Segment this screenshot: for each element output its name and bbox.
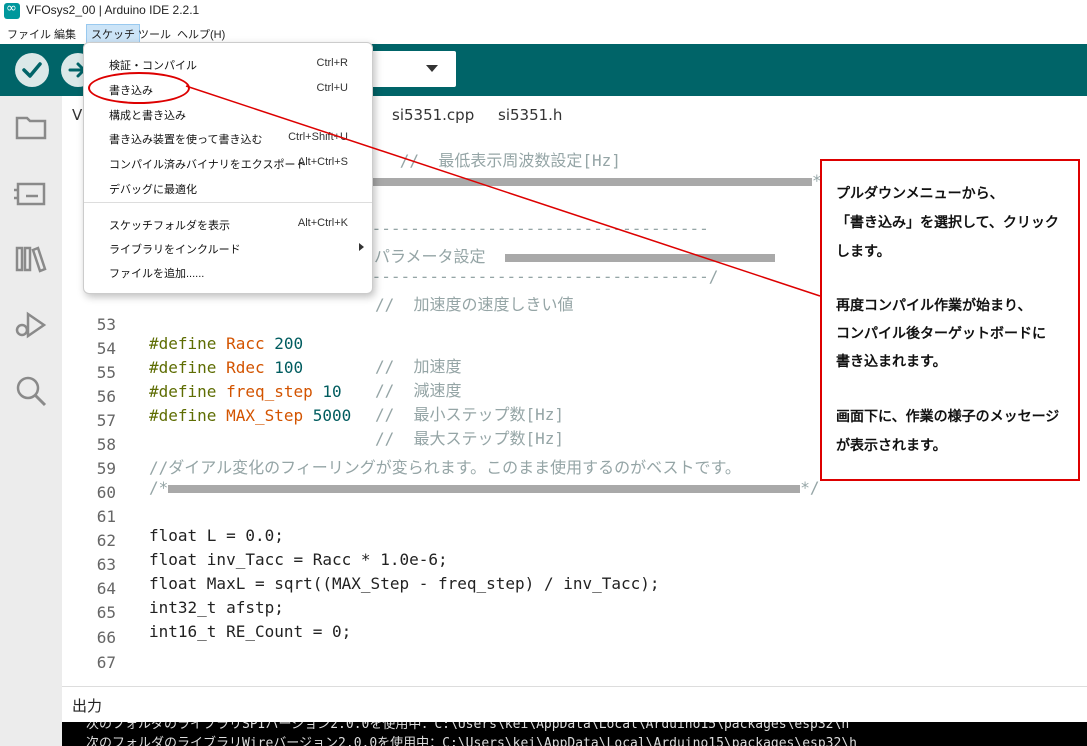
callout-text: 「書き込み」を選択して、クリック — [836, 215, 1059, 231]
callout-text: します。 — [836, 244, 891, 260]
callout-text: 書き込まれます。 — [836, 354, 947, 370]
output-console[interactable]: 次のフォルダのライブラリSPIバージョン2.0.0を使用中：C:\Users\k… — [62, 722, 1087, 746]
menu-help[interactable]: ヘルプ(H) — [173, 25, 229, 43]
code-line: 67 — [62, 634, 1087, 672]
annotation-callout: プルダウンメニューから、 「書き込み」を選択して、クリック します。 再度コンパ… — [820, 159, 1080, 481]
menu-item-shortcut: Ctrl+Shift+U — [288, 131, 348, 143]
tab-si5351-cpp[interactable]: si5351.cpp — [392, 106, 474, 124]
title-bar: VFOsys2_00 | Arduino IDE 2.2.1 — [0, 0, 1087, 22]
checkmark-icon — [22, 62, 42, 78]
code-line: 63 float MaxL = sqrt((MAX_Step - freq_st… — [62, 536, 1087, 593]
menu-item-configure-upload[interactable]: 構成と書き込み — [84, 103, 372, 125]
menu-edit[interactable]: 編集 — [50, 25, 80, 43]
tab-si5351-h[interactable]: si5351.h — [498, 106, 562, 124]
menu-item-label: ファイルを追加...... — [109, 268, 205, 280]
menu-item-label: コンパイル済みバイナリをエクスポート — [109, 159, 307, 171]
code-line: 62 float inv_Tacc = Racc * 1.0e-6; — [62, 512, 1087, 569]
callout-text: コンパイル後ターゲットボードに — [836, 326, 1046, 342]
output-line: 次のフォルダのライブラリWireバージョン2.0.0を使用中：C:\Users\… — [86, 736, 857, 746]
menu-item-shortcut: Alt+Ctrl+S — [297, 156, 348, 168]
tab-main[interactable]: V — [72, 106, 82, 124]
menu-item-optimize-debug[interactable]: デバッグに最適化 — [84, 177, 372, 199]
arduino-app-icon — [4, 1, 20, 19]
menu-item-export-binary[interactable]: コンパイル済みバイナリをエクスポート Alt+Ctrl+S — [84, 152, 372, 174]
callout-text: 再度コンパイル作業が始まり、 — [836, 298, 1032, 314]
chevron-down-icon — [426, 65, 438, 72]
code-line: 65 int16_t RE_Count = 0; — [62, 584, 1087, 641]
board-selector[interactable] — [362, 51, 456, 87]
comment-rule — [362, 177, 812, 186]
menu-item-include-library[interactable]: ライブラリをインクルード — [84, 237, 372, 259]
callout-text: が表示されます。 — [836, 438, 947, 454]
window-title: VFOsys2_00 | Arduino IDE 2.2.1 — [26, 3, 200, 17]
menu-item-shortcut: Alt+Ctrl+K — [297, 217, 348, 229]
menu-item-add-file[interactable]: ファイルを追加...... — [84, 261, 372, 283]
menu-item-label: デバッグに最適化 — [109, 184, 197, 196]
menu-file[interactable]: ファイル — [3, 25, 55, 43]
callout-text: プルダウンメニューから、 — [836, 186, 1004, 202]
code-line: 66 — [62, 609, 1087, 647]
menu-sketch[interactable]: スケッチ — [86, 24, 140, 44]
code-line: 64 int32_t afstp; — [62, 560, 1087, 617]
menu-bar: ファイル 編集 スケッチ ツール ヘルプ(H) — [0, 22, 1087, 44]
verify-button[interactable] — [15, 53, 49, 87]
menu-item-label: スケッチフォルダを表示 — [109, 220, 230, 232]
output-title: 出力 — [72, 698, 103, 715]
search-icon[interactable] — [14, 374, 48, 408]
library-manager-icon[interactable] — [14, 242, 48, 276]
output-line: 次のフォルダのライブラリSPIバージョン2.0.0を使用中：C:\Users\k… — [86, 722, 850, 732]
menu-item-shortcut: Ctrl+R — [316, 57, 348, 69]
menu-item-upload-programmer[interactable]: 書き込み装置を使って書き込む Ctrl+Shift+U — [84, 127, 372, 149]
highlight-ellipse — [88, 72, 190, 104]
output-panel-header: 出力 — [62, 686, 1087, 723]
menu-item-label: ライブラリをインクルード — [109, 244, 241, 256]
debug-icon[interactable] — [14, 308, 48, 342]
menu-tools[interactable]: ツール — [134, 25, 175, 43]
code-line: 61 float L = 0.0; — [62, 488, 1087, 545]
menu-item-label: 構成と書き込み — [109, 110, 186, 122]
menu-item-show-folder[interactable]: スケッチフォルダを表示 Alt+Ctrl+K — [84, 213, 372, 235]
sketchbook-folder-icon[interactable] — [14, 110, 48, 144]
menu-item-shortcut: Ctrl+U — [316, 82, 348, 94]
menu-item-label: 書き込み装置を使って書き込む — [109, 134, 263, 146]
code-line: 68 /*-----------------------------------… — [62, 664, 1087, 686]
callout-text: 画面下に、作業の様子のメッセージ — [836, 409, 1060, 425]
sidebar — [0, 96, 62, 746]
boards-manager-icon[interactable] — [14, 176, 48, 210]
chevron-right-icon — [359, 243, 364, 251]
menu-item-label: 検証・コンパイル — [109, 60, 197, 72]
menu-separator — [84, 202, 372, 203]
